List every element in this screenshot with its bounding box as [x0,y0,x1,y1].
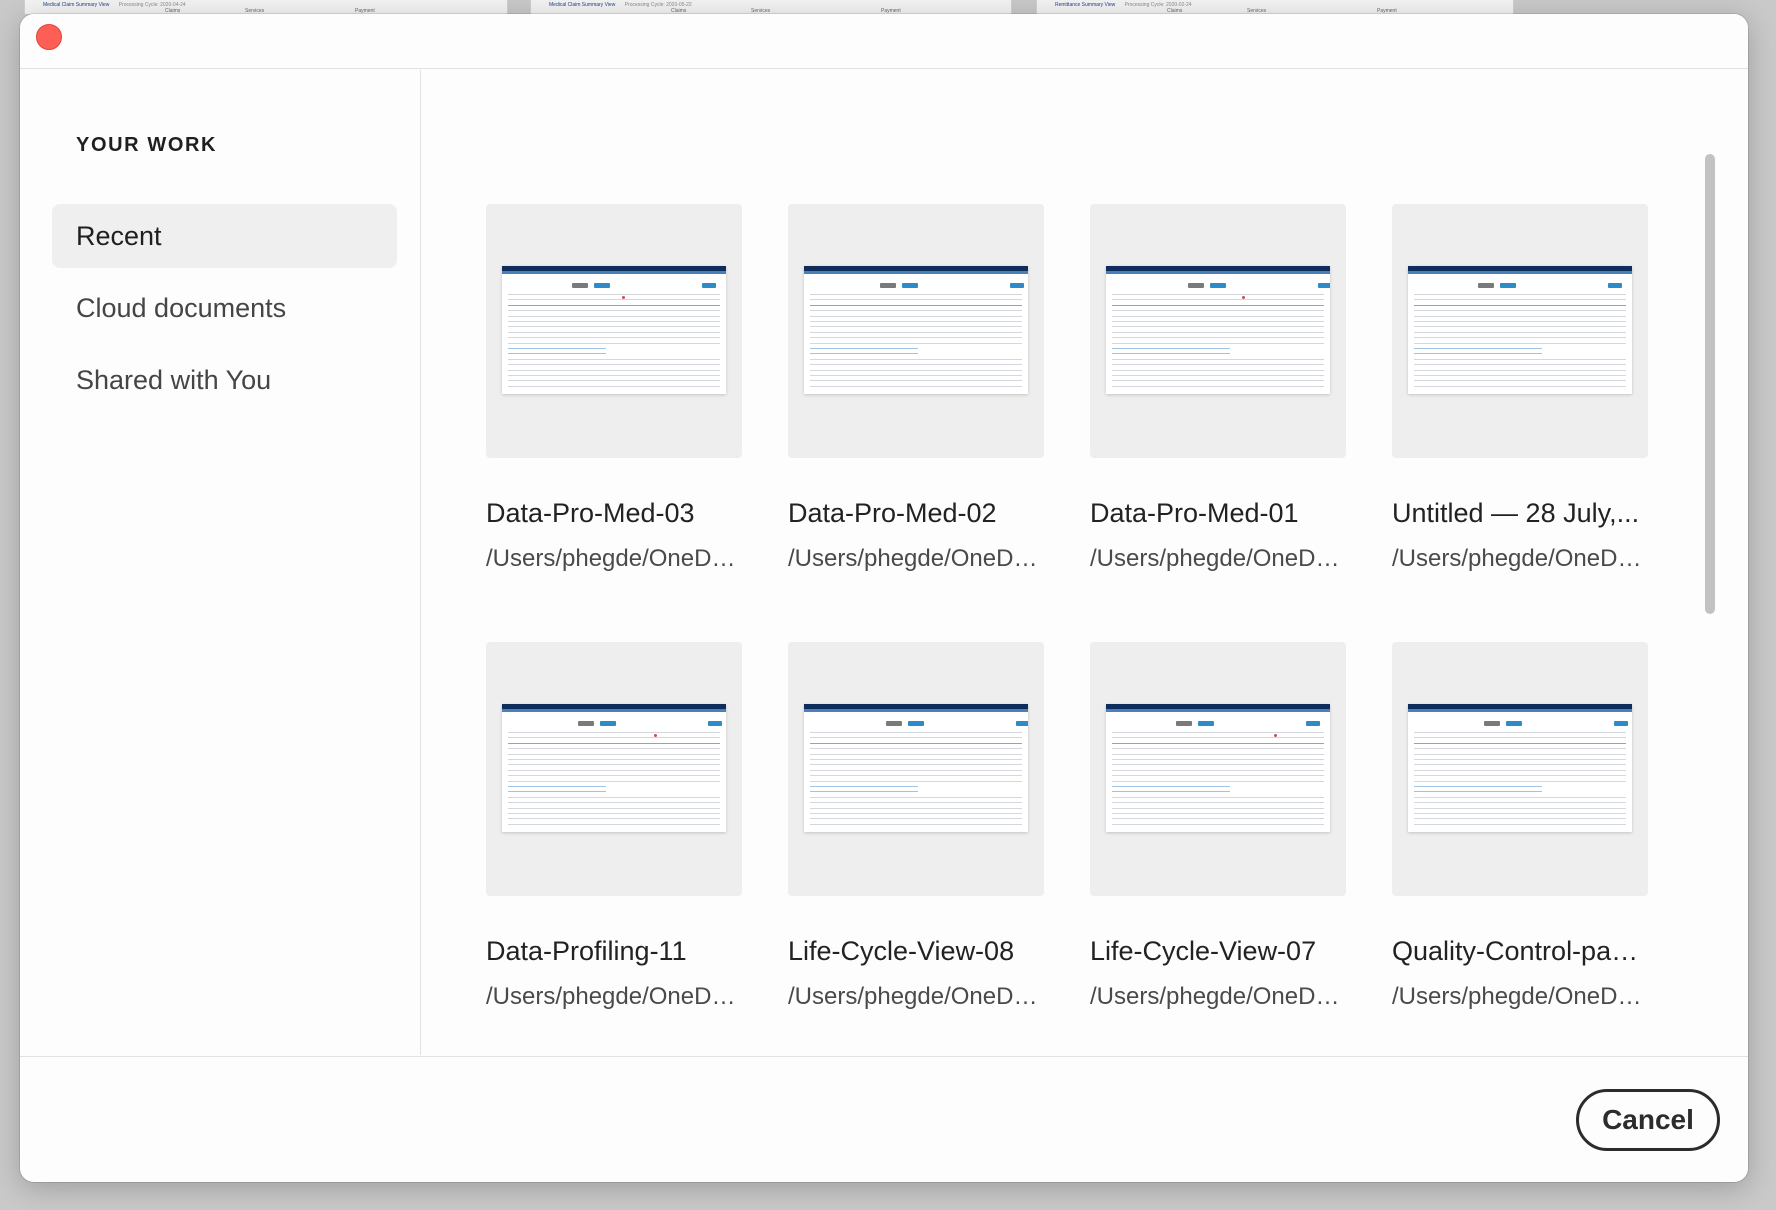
document-card[interactable]: Data-Pro-Med-01/Users/phegde/OneDriv... [1090,204,1346,604]
document-title[interactable]: Life-Cycle-View-08 [788,936,1044,967]
thumbnail-page-preview [1408,704,1632,832]
thumbnail-page-preview [804,704,1028,832]
thumbnail-page-preview [502,704,726,832]
cancel-button[interactable]: Cancel [1576,1089,1720,1151]
background-sheet-title: Remittance Summary View [1055,2,1116,8]
document-card[interactable]: Life-Cycle-View-08/Users/phegde/OneDriv.… [788,642,1044,1042]
vertical-scrollbar[interactable] [1702,154,1718,1054]
document-card[interactable]: Data-Pro-Med-02/Users/phegde/OneDriv... [788,204,1044,604]
document-title[interactable]: Data-Profiling-11 [486,936,742,967]
document-title[interactable]: Data-Pro-Med-02 [788,498,1044,529]
document-path: /Users/phegde/OneDriv... [1090,545,1346,572]
document-thumbnail[interactable] [486,204,742,458]
sidebar-item-recent[interactable]: Recent [52,204,397,268]
thumbnail-page-preview [502,266,726,394]
document-thumbnail[interactable] [1392,204,1648,458]
sidebar-item-cloud-documents[interactable]: Cloud documents [52,276,397,340]
document-thumbnail[interactable] [788,642,1044,896]
document-title[interactable]: Quality-Control-pag... [1392,936,1648,967]
document-path: /Users/phegde/OneDriv... [1392,545,1648,572]
background-sheet: Remittance Summary View Processing Cycle… [1036,0,1514,14]
sidebar-heading: YOUR WORK [76,134,218,156]
document-grid: Data-Pro-Med-03/Users/phegde/OneDriv... D… [422,70,1748,1055]
dialog-titlebar [20,14,1748,69]
document-card[interactable]: Quality-Control-pag... /Users/phegde/OneD… [1392,642,1648,1042]
document-path: /Users/phegde/OneDriv... [788,983,1044,1010]
document-path: /Users/phegde/OneDriv... [486,545,742,572]
document-path: /Users/phegde/OneDriv... [486,983,742,1010]
document-thumbnail[interactable] [1090,642,1346,896]
thumbnail-page-preview [1408,266,1632,394]
thumbnail-page-preview [1106,704,1330,832]
background-sheet-title: Medical Claim Summary View [549,2,616,8]
background-app-strip: Medical Claim Summary View Processing Cy… [0,0,1776,14]
document-thumbnail[interactable] [486,642,742,896]
document-card[interactable]: Untitled — 28 July,... /Users/phegde/OneD… [1392,204,1648,604]
document-title[interactable]: Data-Pro-Med-03 [486,498,742,529]
document-path: /Users/phegde/OneDriv... [788,545,1044,572]
document-thumbnail[interactable] [1392,642,1648,896]
sidebar-item-shared-with-you[interactable]: Shared with You [52,348,397,412]
document-thumbnail[interactable] [1090,204,1346,458]
thumbnail-page-preview [1106,266,1330,394]
document-card[interactable]: Life-Cycle-View-07/Users/phegde/OneDriv.… [1090,642,1346,1042]
document-title[interactable]: Untitled — 28 July,... [1392,498,1648,529]
open-document-dialog: YOUR WORK Recent Cloud documents Shared … [20,14,1748,1182]
document-title[interactable]: Data-Pro-Med-01 [1090,498,1346,529]
background-sheet: Medical Claim Summary View Processing Cy… [24,0,508,14]
thumbnail-page-preview [804,266,1028,394]
scrollbar-thumb[interactable] [1705,154,1715,614]
document-thumbnail[interactable] [788,204,1044,458]
background-sheet: Medical Claim Summary View Processing Cy… [530,0,1012,14]
sidebar: YOUR WORK Recent Cloud documents Shared … [20,70,421,1055]
document-title[interactable]: Life-Cycle-View-07 [1090,936,1346,967]
document-card[interactable]: Data-Pro-Med-03/Users/phegde/OneDriv... [486,204,742,604]
document-card[interactable]: Data-Profiling-11/Users/phegde/OneDriv..… [486,642,742,1042]
close-window-button[interactable] [36,24,62,50]
document-path: /Users/phegde/OneDriv... [1392,983,1648,1010]
document-path: /Users/phegde/OneDriv... [1090,983,1346,1010]
background-sheet-title: Medical Claim Summary View [43,2,110,8]
dialog-footer: Cancel [20,1056,1748,1182]
